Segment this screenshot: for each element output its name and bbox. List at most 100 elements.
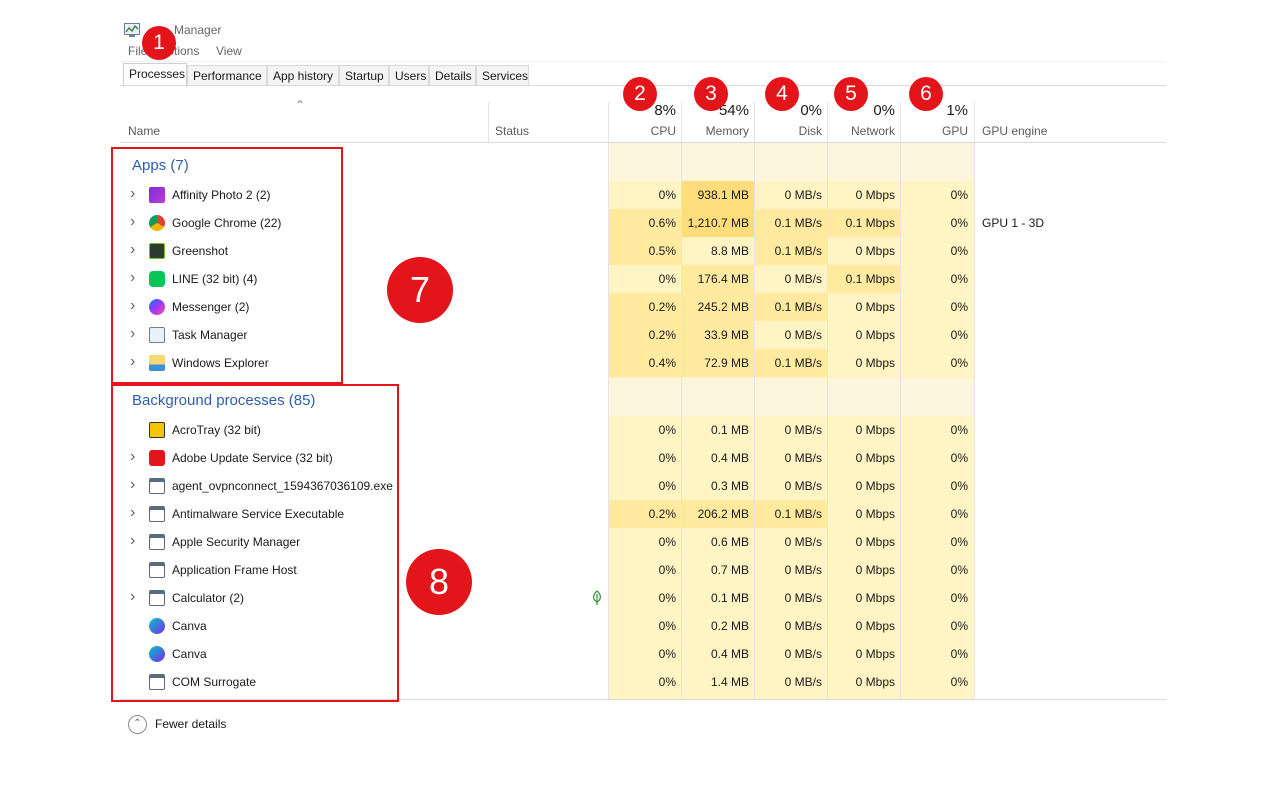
disk-value: 0.1 MB/s (774, 356, 822, 370)
network-value: 0 Mbps (855, 244, 895, 258)
tab-performance[interactable]: Performance (187, 65, 267, 86)
cpu-value: 0% (658, 619, 676, 633)
memory-value: 0.4 MB (710, 451, 749, 465)
disk-value: 0.1 MB/s (774, 300, 822, 314)
column-header-gpu-engine[interactable]: GPU engine (982, 124, 1047, 138)
menu-options[interactable]: Options (172, 44, 204, 58)
col-sep (488, 102, 489, 142)
cpu-value: 0% (658, 535, 676, 549)
memory-value: 938.1 MB (697, 188, 749, 202)
network-value: 0 Mbps (855, 423, 895, 437)
tab-app-history[interactable]: App history (267, 65, 339, 86)
column-header-name[interactable]: Name (128, 124, 160, 138)
window-title: Manager (174, 23, 222, 37)
gpu-value: 0% (950, 507, 968, 521)
cpu-value: 0% (658, 423, 676, 437)
menu-options-label: Options (172, 44, 200, 58)
group-band (682, 378, 754, 416)
disk-value: 0 MB/s (784, 272, 822, 286)
memory-value: 0.4 MB (710, 647, 749, 661)
memory-value: 72.9 MB (704, 356, 749, 370)
network-value: 0 Mbps (855, 675, 895, 689)
group-band (828, 378, 900, 416)
group-band (609, 143, 681, 181)
disk-value: 0 MB/s (784, 479, 822, 493)
group-band (755, 143, 827, 181)
cpu-value: 0% (658, 272, 676, 286)
disk-value: 0.1 MB/s (774, 244, 822, 258)
annotation-badge-8: 8 (406, 549, 472, 615)
column-header-status[interactable]: Status (495, 124, 529, 138)
tab-services[interactable]: Services (476, 65, 529, 86)
disk-value: 0 MB/s (784, 591, 822, 605)
tab-details[interactable]: Details (429, 65, 476, 86)
tab-processes[interactable]: Processes (123, 63, 187, 87)
cpu-value: 0.5% (648, 244, 676, 258)
memory-value: 245.2 MB (697, 300, 749, 314)
network-value: 0 Mbps (855, 647, 895, 661)
cpu-value: 0% (658, 188, 676, 202)
memory-value: 8.8 MB (710, 244, 749, 258)
memory-value: 0.7 MB (710, 563, 749, 577)
network-value: 0 Mbps (855, 479, 895, 493)
network-value: 0 Mbps (855, 591, 895, 605)
network-value: 0 Mbps (855, 451, 895, 465)
disk-value: 0.1 MB/s (774, 507, 822, 521)
group-band (682, 143, 754, 181)
column-header-disk[interactable]: Disk (755, 124, 822, 138)
network-value: 0 Mbps (855, 619, 895, 633)
disk-value: 0 MB/s (784, 619, 822, 633)
gpu-value: 0% (950, 591, 968, 605)
gpu-value: 0% (950, 423, 968, 437)
network-value: 0.1 Mbps (845, 216, 895, 230)
disk-value: 0 MB/s (784, 535, 822, 549)
annotation-box-apps (111, 147, 343, 384)
disk-value: 0.1 MB/s (774, 216, 822, 230)
memory-value: 206.2 MB (697, 507, 749, 521)
memory-value: 1.4 MB (710, 675, 749, 689)
gpu-value: 0% (950, 328, 968, 342)
memory-value: 1,210.7 MB (687, 216, 749, 230)
task-manager-icon (124, 23, 140, 37)
gpu-engine-value: GPU 1 - 3D (982, 216, 1045, 230)
cpu-value: 0.4% (648, 356, 676, 370)
disk-value: 0 MB/s (784, 328, 822, 342)
gpu-value: 0% (950, 619, 968, 633)
disk-value: 0 MB/s (784, 563, 822, 577)
cpu-value: 0% (658, 675, 676, 689)
menu-separator (120, 61, 1166, 62)
group-band (609, 378, 681, 416)
tab-startup[interactable]: Startup (339, 65, 389, 86)
network-value: 0 Mbps (855, 328, 895, 342)
cpu-value: 0% (658, 563, 676, 577)
network-value: 0 Mbps (855, 563, 895, 577)
disk-value: 0 MB/s (784, 451, 822, 465)
network-value: 0 Mbps (855, 188, 895, 202)
memory-value: 0.1 MB (710, 423, 749, 437)
cpu-value: 0% (658, 451, 676, 465)
column-header-network[interactable]: Network (828, 124, 895, 138)
gpu-value: 0% (950, 675, 968, 689)
tab-users[interactable]: Users (389, 65, 429, 86)
gpu-value: 0% (950, 563, 968, 577)
annotation-badge-7: 7 (387, 257, 453, 323)
cpu-value: 0.2% (648, 507, 676, 521)
fewer-details-link[interactable]: Fewer details (155, 717, 226, 731)
group-band (828, 143, 900, 181)
annotation-box-background (111, 384, 399, 702)
network-value: 0.1 Mbps (845, 272, 895, 286)
chevron-up-icon[interactable]: ⌃ (128, 715, 147, 734)
column-header-cpu[interactable]: CPU (609, 124, 676, 138)
disk-value: 0 MB/s (784, 647, 822, 661)
menu-view[interactable]: View (216, 44, 242, 58)
gpu-value: 0% (950, 356, 968, 370)
group-band (901, 378, 973, 416)
gpu-value: 0% (950, 535, 968, 549)
annotation-badge-2: 2 (623, 77, 657, 111)
column-header-memory[interactable]: Memory (682, 124, 749, 138)
column-header-gpu[interactable]: GPU (901, 124, 968, 138)
gpu-value: 0% (950, 300, 968, 314)
memory-value: 176.4 MB (697, 272, 749, 286)
memory-value: 0.2 MB (710, 619, 749, 633)
annotation-badge-4: 4 (765, 77, 799, 111)
